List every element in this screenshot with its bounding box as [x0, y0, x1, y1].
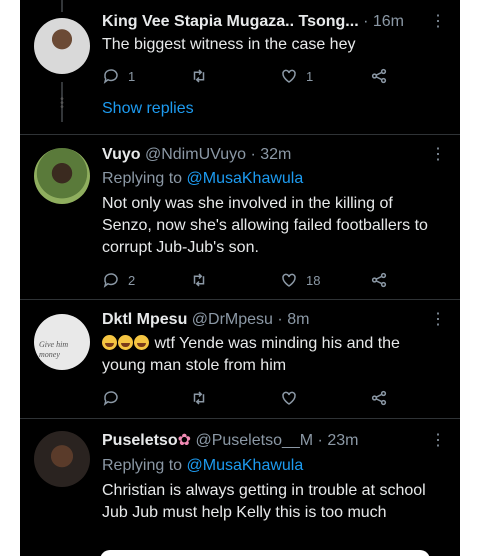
like-button[interactable] [280, 388, 298, 408]
display-name[interactable]: Vuyo [102, 146, 141, 163]
avatar[interactable] [34, 148, 90, 204]
reply-count: 2 [128, 272, 136, 288]
mention-link[interactable]: @MusaKhawula [187, 457, 304, 474]
laughing-emoji-icon [118, 335, 133, 350]
more-options-icon[interactable]: ⋮ [430, 14, 446, 30]
tweet-header: Dktl Mpesu @DrMpesu · 8m [102, 311, 310, 328]
tweet-text: Not only was she involved in the killing… [102, 195, 428, 256]
tweet-reply[interactable]: Puseletso✿ @Puseletso__M · 23m ⋮ Replyin… [20, 419, 460, 556]
share-button[interactable] [370, 388, 388, 408]
share-button[interactable] [370, 270, 388, 290]
timestamp[interactable]: 23m [327, 432, 358, 449]
like-button[interactable]: 18 [280, 270, 320, 290]
tweet-reply[interactable]: Vuyo @NdimUVuyo · 32m ⋮ Replying to @Mus… [20, 135, 460, 300]
display-name[interactable]: Dktl Mpesu [102, 311, 187, 328]
tweet-actions: 1 1 [102, 66, 402, 86]
retweet-button[interactable] [190, 388, 208, 408]
avatar[interactable] [34, 431, 90, 487]
heart-icon [282, 69, 296, 83]
timestamp[interactable]: 8m [287, 311, 309, 328]
reply-count: 1 [128, 68, 136, 84]
like-count: 18 [306, 272, 321, 288]
avatar[interactable] [34, 18, 90, 74]
retweet-button[interactable] [190, 270, 208, 290]
laughing-emoji-icon [102, 335, 117, 350]
laughing-emoji-icon [134, 335, 149, 350]
replying-to: Replying to @MusaKhawula [102, 170, 304, 187]
reply-button[interactable]: 2 [102, 270, 135, 290]
reply-feed: • • • King Vee Stapia Mugaza.. Tsong... · … [20, 0, 460, 556]
tweet-actions [102, 388, 402, 408]
tweet-text: wtf Yende was minding his and the young … [102, 335, 400, 374]
reply-icon [103, 391, 118, 406]
share-icon [371, 68, 387, 84]
retweet-button[interactable] [190, 66, 208, 86]
reply-button[interactable]: 1 [102, 66, 135, 86]
tweet-reply[interactable]: • • • King Vee Stapia Mugaza.. Tsong... · … [20, 0, 460, 135]
avatar[interactable]: Give him money [34, 314, 90, 370]
more-options-icon[interactable]: ⋮ [430, 147, 446, 163]
reply-icon [103, 273, 118, 288]
display-name[interactable]: King Vee Stapia Mugaza.. Tsong... [102, 13, 359, 30]
tweet-header: Vuyo @NdimUVuyo · 32m [102, 146, 292, 163]
like-count: 1 [306, 68, 314, 84]
more-options-icon[interactable]: ⋮ [430, 433, 446, 449]
like-button[interactable]: 1 [280, 66, 313, 86]
retweet-icon [193, 273, 205, 287]
share-icon [371, 272, 387, 288]
reply-icon [103, 69, 118, 84]
avatar-sign-text: Give him money [39, 340, 69, 359]
share-button[interactable] [370, 66, 388, 86]
timestamp[interactable]: 16m [373, 13, 404, 30]
reply-compose-bar[interactable] [100, 550, 430, 556]
heart-icon [282, 273, 296, 287]
tweet-header: Puseletso✿ @Puseletso__M · 23m [102, 432, 359, 449]
retweet-icon [193, 391, 205, 405]
thread-line [61, 0, 63, 12]
cherry-blossom-emoji-icon: ✿ [177, 432, 191, 449]
display-name[interactable]: Puseletso [102, 432, 178, 449]
tweet-header: King Vee Stapia Mugaza.. Tsong... · 16m [102, 13, 404, 30]
heart-icon [282, 391, 296, 405]
thread-dots: • • • [60, 94, 64, 113]
timestamp[interactable]: 32m [260, 146, 291, 163]
replying-to: Replying to @MusaKhawula [102, 457, 304, 474]
tweet-reply[interactable]: Give him money Dktl Mpesu @DrMpesu · 8m … [20, 300, 460, 419]
more-options-icon[interactable]: ⋮ [430, 312, 446, 328]
reply-button[interactable] [102, 388, 120, 408]
share-icon [371, 390, 387, 406]
tweet-text: The biggest witness in the case hey [102, 36, 356, 53]
tweet-actions: 2 18 [102, 270, 402, 290]
tweet-text: Christian is always getting in trouble a… [102, 482, 426, 521]
username[interactable]: @NdimUVuyo [145, 146, 246, 163]
retweet-icon [193, 69, 205, 83]
username[interactable]: @Puseletso__M [195, 432, 313, 449]
mention-link[interactable]: @MusaKhawula [187, 170, 304, 187]
username[interactable]: @DrMpesu [192, 311, 273, 328]
show-replies-link[interactable]: Show replies [102, 100, 194, 118]
